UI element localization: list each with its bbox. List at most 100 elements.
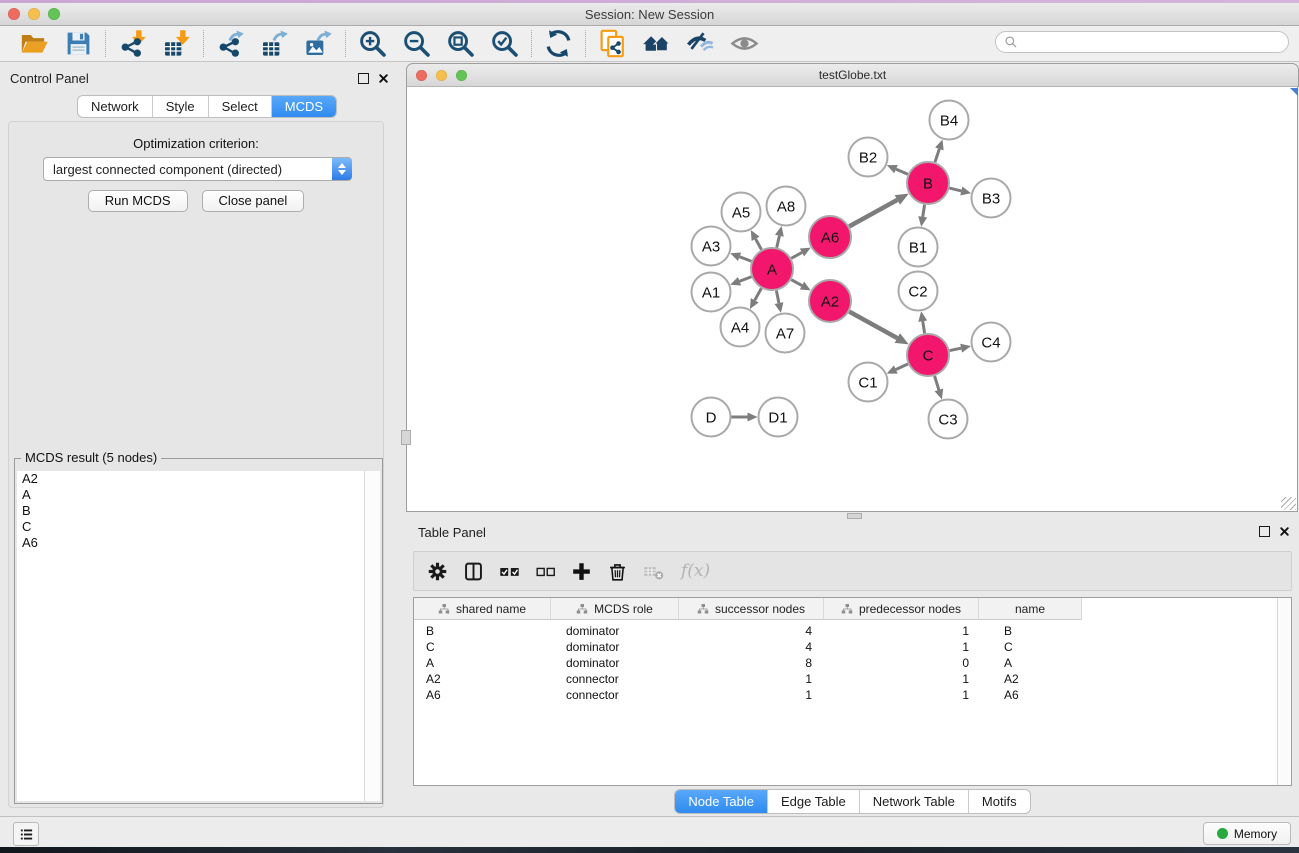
open-folder-icon[interactable]	[20, 29, 49, 58]
graph-node-A3[interactable]: A3	[692, 227, 731, 266]
close-panel-icon[interactable]	[378, 73, 389, 84]
graph-node-C2[interactable]: C2	[899, 272, 938, 311]
graph-edge-C-C1[interactable]	[896, 364, 908, 369]
graph-edge-A6-B[interactable]	[849, 200, 897, 226]
column-layout-icon[interactable]	[463, 561, 484, 582]
optimization-criterion-dropdown[interactable]: largest connected component (directed)	[43, 157, 352, 181]
graph-node-B4[interactable]: B4	[930, 101, 969, 140]
table-cell[interactable]: A	[979, 655, 1082, 671]
gear-icon[interactable]	[427, 561, 448, 582]
table-cell[interactable]: 0	[824, 655, 979, 671]
table-cell[interactable]: C	[979, 639, 1082, 655]
graph-node-C1[interactable]: C1	[849, 363, 888, 402]
table-cell[interactable]: A	[414, 655, 551, 671]
graph-node-A7[interactable]: A7	[766, 314, 805, 353]
table-cell[interactable]: 1	[824, 687, 979, 703]
graph-node-B3[interactable]: B3	[972, 179, 1011, 218]
mcds-result-item[interactable]: A6	[17, 535, 365, 551]
horizontal-splitter-handle[interactable]	[847, 513, 862, 519]
graph-edge-B-B3[interactable]	[949, 188, 961, 191]
graph-node-A1[interactable]: A1	[692, 273, 731, 312]
graph-edge-B-B4[interactable]	[935, 149, 939, 162]
graph-edge-B-B1[interactable]	[923, 205, 925, 217]
trash-icon[interactable]	[607, 561, 628, 582]
graph-edge-B-B2[interactable]	[896, 169, 908, 174]
plus-icon[interactable]	[571, 561, 592, 582]
show-eye-icon[interactable]	[730, 29, 759, 58]
table-cell[interactable]: A2	[414, 671, 551, 687]
column-header-shared-name[interactable]: shared name	[414, 598, 551, 620]
save-icon[interactable]	[64, 29, 93, 58]
graph-node-C3[interactable]: C3	[929, 400, 968, 439]
tab-select[interactable]: Select	[208, 96, 271, 117]
network-graph[interactable]: AA1A2A3A4A5A6A7A8BB1B2B3B4CC1C2C3C4DD1	[407, 88, 1297, 511]
graph-node-A[interactable]: A	[751, 248, 793, 290]
column-header-name[interactable]: name	[979, 598, 1082, 620]
import-network-icon[interactable]	[118, 29, 147, 58]
graph-node-B1[interactable]: B1	[899, 228, 938, 267]
table-cell[interactable]: connector	[551, 687, 679, 703]
graph-node-B[interactable]: B	[907, 162, 949, 204]
import-table-icon[interactable]	[162, 29, 191, 58]
graph-edge-C-C3[interactable]	[935, 376, 939, 390]
tab-mcds[interactable]: MCDS	[271, 96, 336, 117]
mcds-result-item[interactable]: C	[17, 519, 365, 535]
task-history-button[interactable]	[13, 822, 39, 846]
table-cell[interactable]: 1	[679, 687, 824, 703]
zoom-out-icon[interactable]	[402, 29, 431, 58]
graph-edge-A-A3[interactable]	[740, 257, 752, 261]
float-table-panel-icon[interactable]	[1259, 526, 1270, 537]
table-cell[interactable]: 1	[679, 671, 824, 687]
table-cell[interactable]: dominator	[551, 623, 679, 639]
column-header-successor-nodes[interactable]: successor nodes	[679, 598, 824, 620]
node-table[interactable]: shared nameMCDS rolesuccessor nodesprede…	[413, 597, 1292, 786]
graph-node-C[interactable]: C	[907, 334, 949, 376]
mcds-result-item[interactable]: A	[17, 487, 365, 503]
column-header-predecessor-nodes[interactable]: predecessor nodes	[824, 598, 979, 620]
mcds-result-list[interactable]: A2ABCA6	[17, 471, 365, 801]
duplicate-network-icon[interactable]	[598, 29, 627, 58]
tab-node-table[interactable]: Node Table	[675, 790, 767, 813]
hide-eye-icon[interactable]	[686, 29, 715, 58]
graph-node-A2[interactable]: A2	[809, 280, 851, 322]
tab-network-table[interactable]: Network Table	[859, 790, 968, 813]
graph-node-D1[interactable]: D1	[759, 398, 798, 437]
graph-edge-A-A2[interactable]	[791, 280, 802, 286]
graph-node-A5[interactable]: A5	[722, 193, 761, 232]
float-panel-icon[interactable]	[358, 73, 369, 84]
table-cell[interactable]: dominator	[551, 655, 679, 671]
graph-node-B2[interactable]: B2	[849, 138, 888, 177]
search-box[interactable]	[995, 31, 1289, 53]
close-table-panel-icon[interactable]	[1279, 526, 1290, 537]
mcds-result-item[interactable]: B	[17, 503, 365, 519]
graph-edge-A-A4[interactable]	[755, 288, 762, 300]
tab-style[interactable]: Style	[152, 96, 208, 117]
refresh-icon[interactable]	[544, 29, 573, 58]
graph-edge-C-C2[interactable]	[923, 321, 925, 333]
table-cell[interactable]: C	[414, 639, 551, 655]
table-cell[interactable]: A6	[979, 687, 1082, 703]
table-cell[interactable]: 4	[679, 623, 824, 639]
graph-node-C4[interactable]: C4	[972, 323, 1011, 362]
table-cell[interactable]: 8	[679, 655, 824, 671]
export-table-icon[interactable]	[260, 29, 289, 58]
memory-button[interactable]: Memory	[1203, 822, 1291, 845]
graph-node-A6[interactable]: A6	[809, 216, 851, 258]
graph-edge-A-A6[interactable]	[791, 252, 802, 258]
mcds-result-scrollbar[interactable]	[364, 471, 380, 801]
table-cell[interactable]: 1	[824, 623, 979, 639]
table-cell[interactable]: A2	[979, 671, 1082, 687]
export-image-icon[interactable]	[304, 29, 333, 58]
home-pair-icon[interactable]	[642, 29, 671, 58]
zoom-selected-icon[interactable]	[490, 29, 519, 58]
table-cell[interactable]: 4	[679, 639, 824, 655]
check-pair-icon[interactable]	[499, 561, 520, 582]
column-header-MCDS-role[interactable]: MCDS role	[551, 598, 679, 620]
vertical-splitter-handle[interactable]	[401, 430, 411, 445]
graph-edge-A-A8[interactable]	[777, 236, 780, 248]
graph-edge-C-C4[interactable]	[950, 348, 962, 350]
uncheck-pair-icon[interactable]	[535, 561, 556, 582]
dropdown-stepper-icon[interactable]	[332, 158, 352, 180]
table-cell[interactable]: dominator	[551, 639, 679, 655]
search-input[interactable]	[1023, 32, 1288, 52]
